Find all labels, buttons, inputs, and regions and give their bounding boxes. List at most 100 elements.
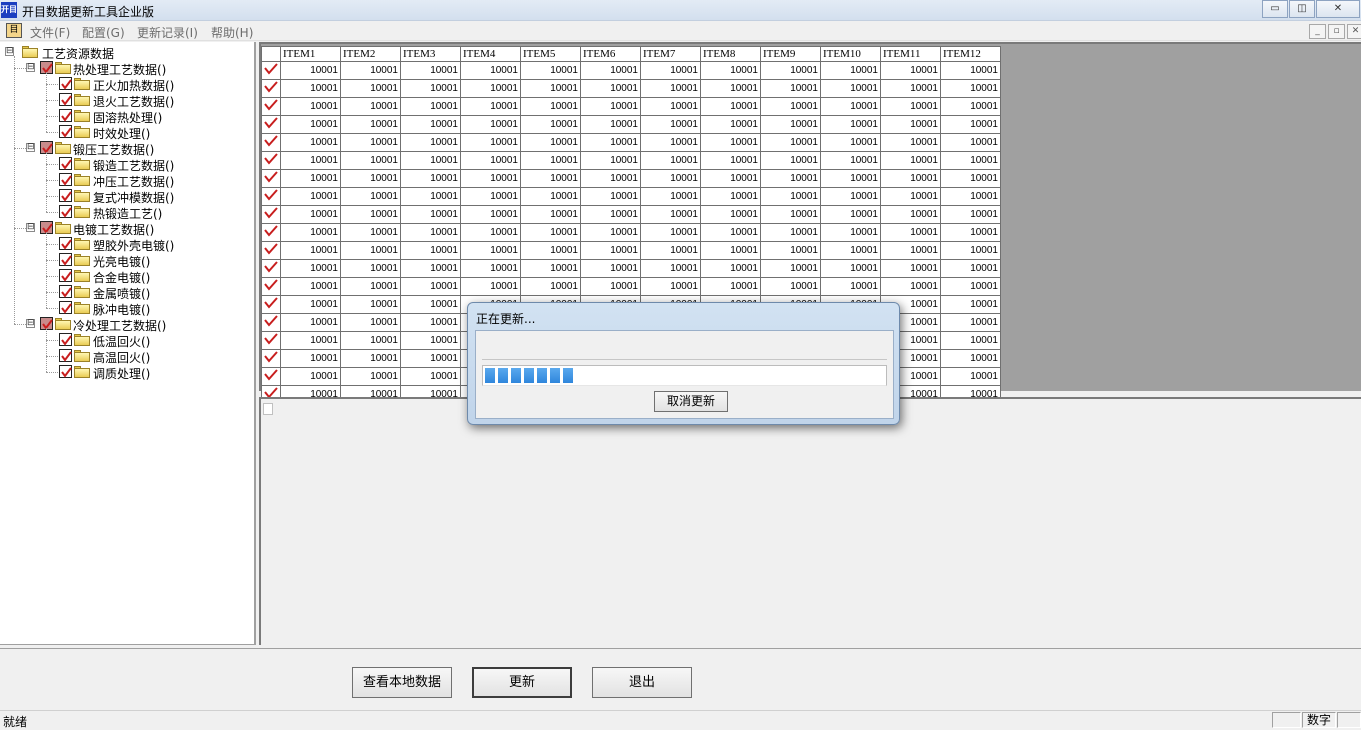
grid-cell[interactable]: 10001 — [760, 133, 821, 152]
grid-cell[interactable]: 10001 — [460, 205, 521, 224]
grid-cell[interactable]: 10001 — [640, 259, 701, 278]
grid-cell[interactable]: 10001 — [340, 331, 401, 350]
grid-cell[interactable]: 10001 — [880, 259, 941, 278]
tree-checkbox[interactable] — [59, 301, 72, 314]
grid-cell[interactable]: 10001 — [520, 223, 581, 242]
column-header[interactable]: ITEM5 — [520, 46, 581, 62]
grid-cell[interactable]: 10001 — [460, 223, 521, 242]
grid-cell[interactable]: 10001 — [340, 259, 401, 278]
row-check-icon[interactable] — [261, 223, 281, 242]
grid-cell[interactable]: 10001 — [340, 205, 401, 224]
grid-cell[interactable]: 10001 — [460, 97, 521, 116]
tree-group-label[interactable]: 热处理工艺数据() — [73, 61, 166, 78]
grid-cell[interactable]: 10001 — [580, 259, 641, 278]
grid-cell[interactable]: 10001 — [400, 349, 461, 368]
grid-cell[interactable]: 10001 — [700, 61, 761, 80]
close-button[interactable]: ✕ — [1316, 0, 1360, 18]
grid-cell[interactable]: 10001 — [760, 79, 821, 98]
grid-cell[interactable]: 10001 — [400, 115, 461, 134]
grid-cell[interactable]: 10001 — [580, 133, 641, 152]
tree-group-label[interactable]: 电镀工艺数据() — [73, 221, 154, 238]
tree-leaf-label[interactable]: 热锻造工艺() — [93, 205, 162, 222]
grid-cell[interactable]: 10001 — [280, 205, 341, 224]
grid-cell[interactable]: 10001 — [460, 151, 521, 170]
grid-cell[interactable]: 10001 — [280, 151, 341, 170]
grid-cell[interactable]: 10001 — [280, 241, 341, 260]
grid-cell[interactable]: 10001 — [820, 61, 881, 80]
grid-cell[interactable]: 10001 — [760, 205, 821, 224]
grid-cell[interactable]: 10001 — [760, 223, 821, 242]
grid-cell[interactable]: 10001 — [340, 295, 401, 314]
grid-cell[interactable]: 10001 — [460, 259, 521, 278]
tree-checkbox[interactable] — [59, 77, 72, 90]
grid-cell[interactable]: 10001 — [760, 259, 821, 278]
grid-cell[interactable]: 10001 — [520, 61, 581, 80]
grid-cell[interactable]: 10001 — [580, 223, 641, 242]
tree-checkbox[interactable] — [59, 253, 72, 266]
grid-cell[interactable]: 10001 — [520, 133, 581, 152]
row-check-icon[interactable] — [261, 187, 281, 206]
grid-cell[interactable]: 10001 — [520, 259, 581, 278]
collapse-icon[interactable]: ⊟ — [5, 47, 14, 56]
grid-cell[interactable]: 10001 — [820, 259, 881, 278]
tree-checkbox[interactable] — [59, 349, 72, 362]
grid-cell[interactable]: 10001 — [580, 151, 641, 170]
table-row[interactable]: 1000110001100011000110001100011000110001… — [261, 151, 1001, 170]
column-header[interactable]: ITEM9 — [760, 46, 821, 62]
grid-cell[interactable]: 10001 — [460, 61, 521, 80]
grid-cell[interactable]: 10001 — [340, 187, 401, 206]
tree-leaf-label[interactable]: 高温回火() — [93, 349, 150, 366]
column-header[interactable]: ITEM4 — [460, 46, 521, 62]
grid-cell[interactable]: 10001 — [760, 61, 821, 80]
grid-cell[interactable]: 10001 — [400, 295, 461, 314]
grid-cell[interactable]: 10001 — [940, 349, 1001, 368]
grid-cell[interactable]: 10001 — [280, 277, 341, 296]
tree-checkbox[interactable] — [59, 205, 72, 218]
tree-checkbox[interactable] — [59, 333, 72, 346]
grid-cell[interactable]: 10001 — [520, 241, 581, 260]
grid-cell[interactable]: 10001 — [580, 79, 641, 98]
grid-cell[interactable]: 10001 — [400, 277, 461, 296]
grid-cell[interactable]: 10001 — [880, 97, 941, 116]
tree-checkbox[interactable] — [59, 173, 72, 186]
row-check-icon[interactable] — [261, 349, 281, 368]
grid-cell[interactable]: 10001 — [940, 151, 1001, 170]
table-row[interactable]: 1000110001100011000110001100011000110001… — [261, 61, 1001, 80]
grid-cell[interactable]: 10001 — [940, 61, 1001, 80]
grid-cell[interactable]: 10001 — [280, 259, 341, 278]
grid-cell[interactable]: 10001 — [640, 151, 701, 170]
grid-cell[interactable]: 10001 — [820, 97, 881, 116]
row-check-icon[interactable] — [261, 259, 281, 278]
grid-cell[interactable]: 10001 — [520, 115, 581, 134]
grid-cell[interactable]: 10001 — [940, 79, 1001, 98]
grid-cell[interactable]: 10001 — [280, 97, 341, 116]
table-row[interactable]: 1000110001100011000110001100011000110001… — [261, 277, 1001, 296]
row-check-icon[interactable] — [261, 169, 281, 188]
tree-checkbox[interactable] — [59, 189, 72, 202]
mdi-restore-button[interactable]: ▫ — [1328, 24, 1345, 39]
grid-cell[interactable]: 10001 — [580, 169, 641, 188]
grid-cell[interactable]: 10001 — [820, 115, 881, 134]
grid-cell[interactable]: 10001 — [820, 133, 881, 152]
tree-leaf-label[interactable]: 退火工艺数据() — [93, 93, 174, 110]
grid-cell[interactable]: 10001 — [280, 61, 341, 80]
collapse-icon[interactable]: ⊟ — [26, 223, 35, 232]
grid-cell[interactable]: 10001 — [820, 241, 881, 260]
column-header[interactable]: ITEM1 — [280, 46, 341, 62]
grid-cell[interactable]: 10001 — [520, 97, 581, 116]
grid-cell[interactable]: 10001 — [400, 367, 461, 386]
document-menu-icon[interactable]: 目 — [6, 23, 22, 38]
grid-cell[interactable]: 10001 — [760, 97, 821, 116]
grid-cell[interactable]: 10001 — [820, 205, 881, 224]
cancel-update-button[interactable]: 取消更新 — [654, 391, 728, 412]
grid-cell[interactable]: 10001 — [640, 241, 701, 260]
tree-leaf-label[interactable]: 固溶热处理() — [93, 109, 162, 126]
menu-update-log[interactable]: 更新记录(I) — [137, 24, 198, 41]
grid-cell[interactable]: 10001 — [280, 187, 341, 206]
grid-cell[interactable]: 10001 — [340, 115, 401, 134]
row-check-icon[interactable] — [261, 61, 281, 80]
grid-cell[interactable]: 10001 — [460, 241, 521, 260]
row-check-icon[interactable] — [261, 133, 281, 152]
grid-cell[interactable]: 10001 — [700, 115, 761, 134]
grid-cell[interactable]: 10001 — [760, 277, 821, 296]
